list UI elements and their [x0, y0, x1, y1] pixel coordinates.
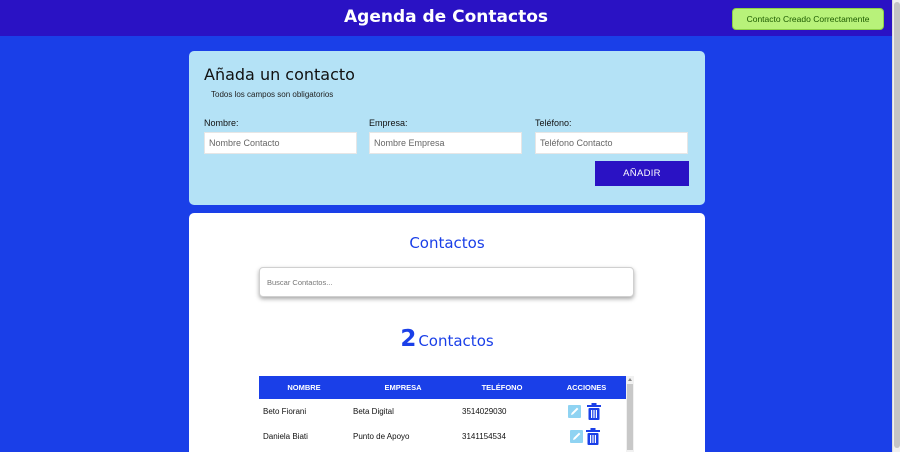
form-title: Añada un contacto [204, 65, 355, 84]
add-contact-button[interactable]: AÑADIR [595, 161, 689, 186]
page-scrollbar-thumb[interactable] [894, 2, 900, 448]
name-label: Nombre: [204, 118, 239, 128]
add-contact-form: Añada un contacto Todos los campos son o… [189, 51, 705, 205]
form-subtitle: Todos los campos son obligatorios [211, 90, 334, 99]
contacts-count-label: Contactos [418, 332, 494, 350]
company-input[interactable] [369, 132, 522, 154]
name-input[interactable] [204, 132, 357, 154]
success-toast[interactable]: Contacto Creado Correctamente [732, 8, 884, 30]
column-header-phone: TELÉFONO [481, 383, 523, 392]
table-row: Beto Fiorani Beta Digital 3514029030 [259, 399, 626, 424]
table-scrollbar-thumb[interactable] [627, 384, 633, 450]
table-scrollbar[interactable] [626, 376, 634, 452]
scroll-up-arrow-icon[interactable] [628, 378, 632, 381]
contacts-table: NOMBRE EMPRESA TELÉFONO ACCIONES Beto Fi… [259, 376, 634, 452]
column-header-company: EMPRESA [384, 383, 422, 392]
cell-company: Beta Digital [353, 407, 394, 416]
cell-company: Punto de Apoyo [353, 432, 410, 441]
column-header-actions: ACCIONES [566, 383, 607, 392]
contacts-title: Contactos [409, 234, 485, 252]
contacts-count: 2 Contactos [189, 326, 705, 352]
contacts-panel: Contactos 2Contactos NOMBRE EMPRESA TELÉ… [189, 213, 705, 452]
cell-phone: 3514029030 [462, 407, 507, 416]
phone-input[interactable] [535, 132, 688, 154]
pencil-icon[interactable] [568, 405, 581, 418]
table-row: Daniela Biati Punto de Apoyo 3141154534 [259, 424, 626, 449]
phone-label: Teléfono: [535, 118, 572, 128]
trash-icon[interactable] [585, 428, 601, 445]
trash-icon[interactable] [586, 403, 602, 420]
company-label: Empresa: [369, 118, 408, 128]
column-header-name: NOMBRE [287, 383, 321, 392]
cell-name: Beto Fiorani [263, 407, 307, 416]
cell-name: Daniela Biati [263, 432, 308, 441]
pencil-icon[interactable] [570, 430, 583, 443]
search-input[interactable] [259, 267, 634, 297]
table-header: NOMBRE EMPRESA TELÉFONO ACCIONES [259, 376, 626, 399]
contacts-count-number: 2 [400, 326, 417, 352]
page-scrollbar[interactable] [892, 0, 900, 452]
cell-phone: 3141154534 [462, 432, 506, 441]
